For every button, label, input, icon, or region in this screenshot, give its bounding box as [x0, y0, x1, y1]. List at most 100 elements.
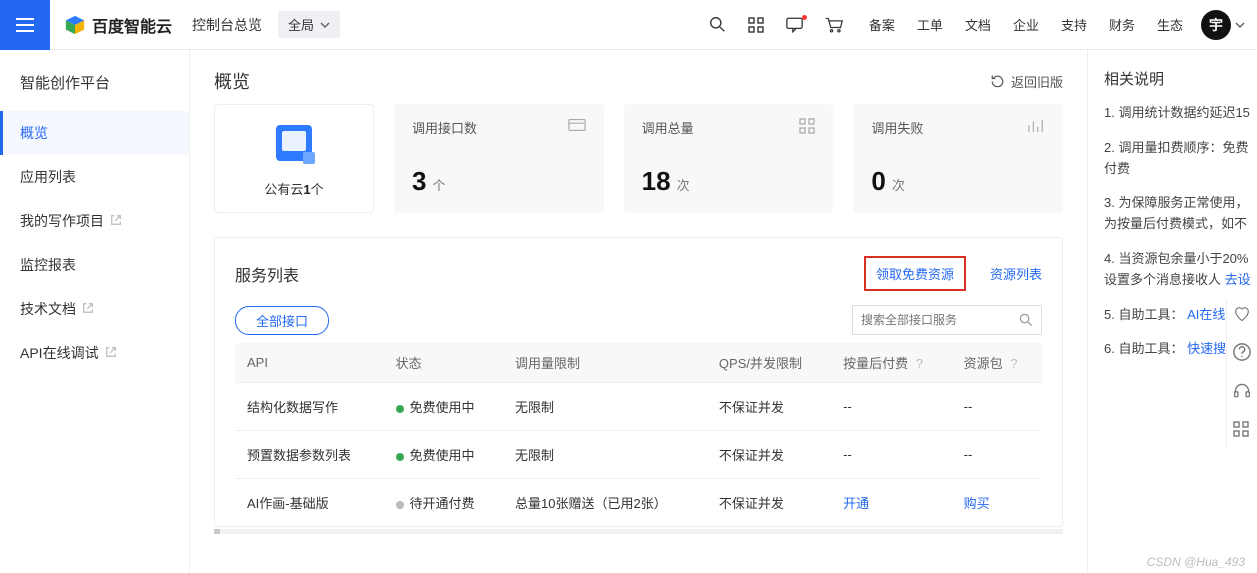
sidebar-item-label: 监控报表 — [20, 255, 76, 275]
metric-title: 调用总量 — [642, 118, 694, 137]
sidebar-item[interactable]: 概览 — [0, 111, 189, 155]
metric-value: 3个 — [412, 166, 586, 197]
chat-icon[interactable] — [786, 17, 803, 33]
breadcrumb[interactable]: 控制台总览 — [192, 15, 262, 35]
search-icon[interactable] — [709, 16, 726, 33]
external-link-icon — [105, 345, 117, 361]
sidebar-item[interactable]: 技术文档 — [0, 287, 189, 331]
api-postpay: 开通 — [831, 479, 952, 527]
top-link[interactable]: 备案 — [869, 15, 895, 34]
sidebar-item-label: 我的写作项目 — [20, 211, 104, 231]
api-qps: 不保证并发 — [707, 383, 831, 431]
table-header: 调用量限制 — [503, 343, 707, 383]
api-status: 免费使用中 — [384, 383, 504, 431]
brand-logo[interactable]: 百度智能云 — [64, 13, 172, 37]
external-link-icon — [82, 301, 94, 317]
panel-title: 服务列表 — [235, 262, 299, 286]
table-header: 按量后付费 ? — [831, 343, 952, 383]
return-old-version-button[interactable]: 返回旧版 — [990, 72, 1063, 91]
service-list-panel: 服务列表 领取免费资源 资源列表 全部接口 — [214, 237, 1063, 527]
metric-icon — [1027, 118, 1045, 137]
api-name: 结构化数据写作 — [235, 383, 384, 431]
status-dot-icon — [396, 501, 404, 509]
cloud-summary-card: 公有云1个 — [214, 104, 374, 213]
brand-text: 百度智能云 — [92, 13, 172, 37]
search-box[interactable] — [852, 305, 1042, 335]
api-status: 待开通付费 — [384, 479, 504, 527]
table-header: 状态 — [384, 343, 504, 383]
chevron-down-icon — [320, 22, 330, 28]
api-pack: -- — [952, 431, 1042, 479]
status-dot-icon — [396, 453, 404, 461]
metric-card: 调用接口数 3个 — [394, 104, 604, 213]
cloud-summary-label: 公有云1个 — [264, 179, 323, 198]
note-item: 1. 调用统计数据约延迟15 — [1104, 103, 1257, 124]
api-status: 免费使用中 — [384, 431, 504, 479]
notes-title: 相关说明 — [1104, 68, 1257, 89]
api-qps: 不保证并发 — [707, 479, 831, 527]
sidebar-item-label: 应用列表 — [20, 167, 76, 187]
user-menu[interactable]: 宇 — [1183, 10, 1245, 40]
sidenav-title: 智能创作平台 — [0, 58, 189, 111]
note-item: 4. 当资源包余量小于20%设置多个消息接收人 去设 — [1104, 249, 1257, 291]
question-icon[interactable]: ? — [916, 356, 923, 371]
hamburger-menu-button[interactable] — [0, 0, 50, 50]
grid-icon[interactable] — [1233, 421, 1251, 440]
document-icon — [276, 125, 312, 161]
api-limit: 无限制 — [503, 431, 707, 479]
sidebar-item[interactable]: API在线调试 — [0, 331, 189, 375]
metric-icon — [568, 118, 586, 135]
cart-icon[interactable] — [825, 17, 843, 33]
claim-free-resource-link[interactable]: 领取免费资源 — [864, 256, 966, 291]
sidebar-item[interactable]: 应用列表 — [0, 155, 189, 199]
top-link[interactable]: 工单 — [917, 15, 943, 34]
sidebar-item-label: 概览 — [20, 123, 48, 143]
table-row: 预置数据参数列表免费使用中无限制不保证并发---- — [235, 431, 1042, 479]
top-text-links: 备案 工单 文档 企业 支持 财务 生态 — [869, 15, 1183, 34]
headset-icon[interactable] — [1233, 382, 1251, 403]
api-pack: 购买 — [952, 479, 1042, 527]
chevron-down-icon — [1235, 22, 1245, 28]
sidebar-item-label: 技术文档 — [20, 299, 76, 319]
metric-title: 调用接口数 — [412, 118, 477, 137]
metric-value: 0次 — [871, 166, 1045, 197]
scope-label: 全局 — [288, 15, 314, 34]
page-header: 概览 返回旧版 — [190, 50, 1087, 104]
question-icon[interactable] — [1233, 343, 1251, 364]
top-link[interactable]: 文档 — [965, 15, 991, 34]
sidebar-item[interactable]: 我的写作项目 — [0, 199, 189, 243]
top-link[interactable]: 生态 — [1157, 15, 1183, 34]
sidebar-item-label: API在线调试 — [20, 343, 99, 363]
metric-icon — [799, 118, 815, 137]
horizontal-scrollbar[interactable] — [214, 529, 1063, 534]
top-link[interactable]: 财务 — [1109, 15, 1135, 34]
external-link-icon — [110, 213, 122, 229]
api-pack: -- — [952, 383, 1042, 431]
table-header: API — [235, 343, 384, 383]
refresh-icon — [990, 74, 1005, 89]
api-limit: 无限制 — [503, 383, 707, 431]
heart-icon[interactable] — [1233, 306, 1251, 325]
watermark: CSDN @Hua_493 — [1147, 555, 1245, 569]
resource-list-link[interactable]: 资源列表 — [990, 264, 1042, 283]
table-header: QPS/并发限制 — [707, 343, 831, 383]
metric-title: 调用失败 — [871, 118, 923, 137]
metric-value: 18次 — [642, 166, 816, 197]
note-link[interactable]: 去设 — [1225, 272, 1251, 287]
api-name: AI作画-基础版 — [235, 479, 384, 527]
pack-link[interactable]: 购买 — [964, 496, 990, 511]
postpay-link[interactable]: 开通 — [843, 496, 869, 511]
top-link[interactable]: 支持 — [1061, 15, 1087, 34]
apps-icon[interactable] — [748, 17, 764, 33]
right-floating-tools — [1226, 300, 1257, 446]
note-item: 3. 为保障服务正常使用，为按量后付费模式，如不 — [1104, 193, 1257, 235]
question-icon[interactable]: ? — [1010, 356, 1017, 371]
top-link[interactable]: 企业 — [1013, 15, 1039, 34]
filter-all-button[interactable]: 全部接口 — [235, 306, 329, 335]
api-postpay: -- — [831, 431, 952, 479]
search-input[interactable] — [861, 313, 1019, 327]
scope-selector[interactable]: 全局 — [278, 11, 340, 38]
sidebar-item[interactable]: 监控报表 — [0, 243, 189, 287]
page-title: 概览 — [214, 68, 250, 94]
metric-unit: 次 — [677, 175, 690, 194]
